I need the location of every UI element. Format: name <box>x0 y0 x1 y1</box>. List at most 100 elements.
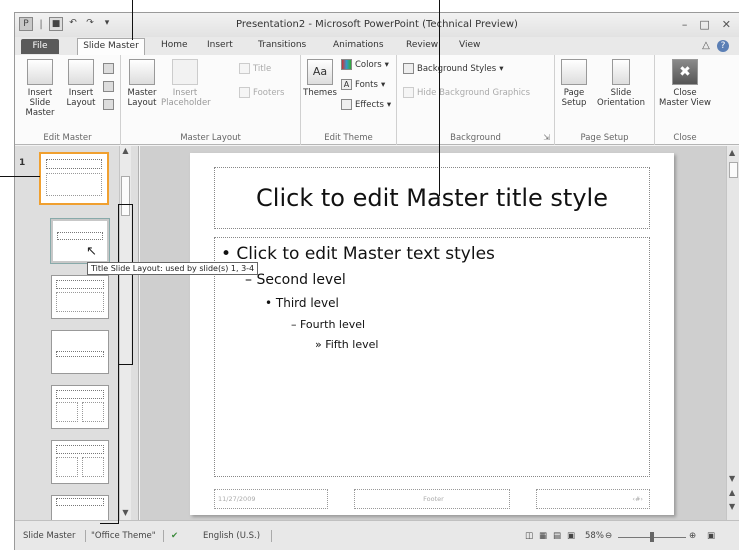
ribbon-help-controls: △ ? <box>702 40 729 52</box>
window-controls: – □ ✕ <box>682 18 731 31</box>
thumbnail-title-placeholder <box>56 390 104 399</box>
scroll-up-icon[interactable]: ▲ <box>729 148 735 157</box>
ribbon-tabs: File Slide Master Home Insert Transition… <box>15 37 739 55</box>
close-window-icon[interactable]: ✕ <box>722 18 731 31</box>
fonts-dropdown[interactable]: A Fonts ▾ <box>341 79 385 90</box>
close-master-view-button[interactable]: ✖ Close Master View <box>659 59 711 108</box>
tab-view[interactable]: View <box>459 40 480 50</box>
date-placeholder[interactable]: 11/27/2009 <box>214 489 328 509</box>
title-placeholder[interactable]: Click to edit Master title style <box>214 167 650 229</box>
edit-theme-group-label: Edit Theme <box>324 133 373 143</box>
minimize-ribbon-icon[interactable]: △ <box>702 40 710 51</box>
effects-dropdown[interactable]: Effects ▾ <box>341 99 391 110</box>
slide-sorter-view-icon[interactable]: ▦ <box>539 531 547 541</box>
zoom-in-icon[interactable]: ⊕ <box>689 531 696 541</box>
tab-transitions[interactable]: Transitions <box>258 40 306 50</box>
tab-slide-master[interactable]: Slide Master <box>77 38 145 55</box>
master-layout-label: Master Layout <box>127 88 157 108</box>
master-layout-button[interactable]: Master Layout <box>125 59 159 108</box>
thumbnail-slide-master[interactable] <box>39 152 109 205</box>
footers-checkbox[interactable]: Footers <box>239 87 284 98</box>
text-level-2: – Second level <box>245 272 346 288</box>
thumbnail-layout[interactable] <box>51 385 109 429</box>
page-setup-button[interactable]: Page Setup <box>559 59 589 108</box>
thumbnail-scrollbar[interactable]: ▲ ▼ <box>119 146 131 520</box>
reading-view-icon[interactable]: ▤ <box>553 531 561 541</box>
group-edit-theme: Aa Themes Colors ▾ A Fonts ▾ Effects ▾ E… <box>301 55 397 145</box>
insert-layout-button[interactable]: Insert Layout <box>63 59 99 108</box>
thumbnail-layout-title-slide[interactable] <box>50 218 110 264</box>
status-separator <box>271 530 272 542</box>
hide-background-graphics-label: Hide Background Graphics <box>417 87 531 98</box>
scroll-down-icon[interactable]: ▼ <box>729 474 735 483</box>
footer-placeholder[interactable]: Footer <box>354 489 510 509</box>
insert-layout-label: Insert Layout <box>66 88 96 108</box>
thumbnail-title-placeholder <box>56 498 104 506</box>
hide-background-graphics-checkbox[interactable]: Hide Background Graphics <box>403 87 530 98</box>
effects-label: Effects <box>355 99 384 110</box>
insert-placeholder-label: Insert Placeholder <box>161 88 211 108</box>
minimize-icon[interactable]: – <box>682 18 688 31</box>
insert-slide-master-button[interactable]: Insert Slide Master <box>19 59 61 118</box>
colors-dropdown[interactable]: Colors ▾ <box>341 59 389 70</box>
colors-label: Colors <box>355 59 382 70</box>
slide-thumbnail-pane: 1 ▲ ▼ <box>15 146 139 520</box>
status-separator <box>85 530 86 542</box>
slide-scrollbar[interactable]: ▲ ▼ ▲ ▼ <box>726 146 739 520</box>
thumbnail-layout[interactable] <box>51 440 109 484</box>
slide-orientation-button[interactable]: Slide Orientation <box>591 59 651 108</box>
page-setup-icon <box>561 59 587 85</box>
fonts-label: Fonts <box>355 79 378 90</box>
tab-home[interactable]: Home <box>161 40 188 50</box>
thumbnail-layout[interactable] <box>51 275 109 319</box>
tab-animations[interactable]: Animations <box>333 40 384 50</box>
fit-to-window-icon[interactable]: ▣ <box>707 531 715 541</box>
scroll-up-icon[interactable]: ▲ <box>120 146 131 158</box>
status-language[interactable]: English (U.S.) <box>203 531 260 541</box>
title-checkbox[interactable]: Title <box>239 63 271 74</box>
normal-view-icon[interactable]: ◫ <box>525 531 533 541</box>
next-slide-icon[interactable]: ▼ <box>729 502 735 511</box>
status-theme-name[interactable]: "Office Theme" <box>91 531 156 541</box>
rename-icon[interactable] <box>103 81 114 92</box>
group-page-setup: Page Setup Slide Orientation Page Setup <box>555 55 655 145</box>
thumbnail-layout[interactable] <box>51 495 109 520</box>
tab-insert[interactable]: Insert <box>207 40 233 50</box>
zoom-level[interactable]: 58% <box>585 531 604 541</box>
slide-orientation-label: Slide Orientation <box>597 88 645 108</box>
thumbnail-title-placeholder <box>56 445 104 454</box>
slide-scroll-thumb[interactable] <box>729 162 738 178</box>
zoom-out-icon[interactable]: ⊖ <box>605 531 612 541</box>
page-setup-group-label: Page Setup <box>580 133 629 143</box>
thumbnail-scroll-thumb[interactable] <box>121 176 130 216</box>
window-title: Presentation2 - Microsoft PowerPoint (Te… <box>236 19 518 30</box>
zoom-slider-knob[interactable] <box>650 532 654 542</box>
slide-show-icon[interactable]: ▣ <box>567 531 575 541</box>
effects-chevron-icon: ▾ <box>386 99 392 110</box>
help-icon[interactable]: ? <box>717 40 729 52</box>
tab-file[interactable]: File <box>21 39 59 54</box>
insert-slide-master-label: Insert Slide Master <box>25 88 55 118</box>
background-styles-dropdown[interactable]: Background Styles ▾ <box>403 63 503 74</box>
preserve-icon[interactable] <box>103 99 114 110</box>
powerpoint-window: P | ■ ↶ ↷ ▾ Presentation2 - Microsoft Po… <box>14 12 739 550</box>
callout-line-top-left <box>132 0 133 40</box>
scroll-down-icon[interactable]: ▼ <box>120 508 131 520</box>
delete-icon[interactable] <box>103 63 114 74</box>
footers-checkbox-icon <box>239 87 250 98</box>
themes-button[interactable]: Aa Themes <box>303 59 337 98</box>
thumbnail-body-placeholder <box>82 456 104 478</box>
maximize-icon[interactable]: □ <box>699 18 709 31</box>
master-layout-icon <box>129 59 155 85</box>
callout-line-top-right <box>439 0 440 196</box>
insert-placeholder-button[interactable]: Insert Placeholder <box>161 59 211 108</box>
master-slide[interactable]: Click to edit Master title style • Click… <box>190 153 674 515</box>
spelling-check-icon[interactable]: ✔ <box>171 531 178 541</box>
thumbnail-layout[interactable] <box>51 330 109 374</box>
previous-slide-icon[interactable]: ▲ <box>729 488 735 497</box>
body-placeholder[interactable]: • Click to edit Master text styles – Sec… <box>214 237 650 477</box>
slide-number-placeholder[interactable]: ‹#› <box>536 489 650 509</box>
tab-review[interactable]: Review <box>406 40 438 50</box>
ribbon: Insert Slide Master Insert Layout Edit M… <box>15 55 739 145</box>
group-background: Background Styles ▾ Hide Background Grap… <box>397 55 555 145</box>
